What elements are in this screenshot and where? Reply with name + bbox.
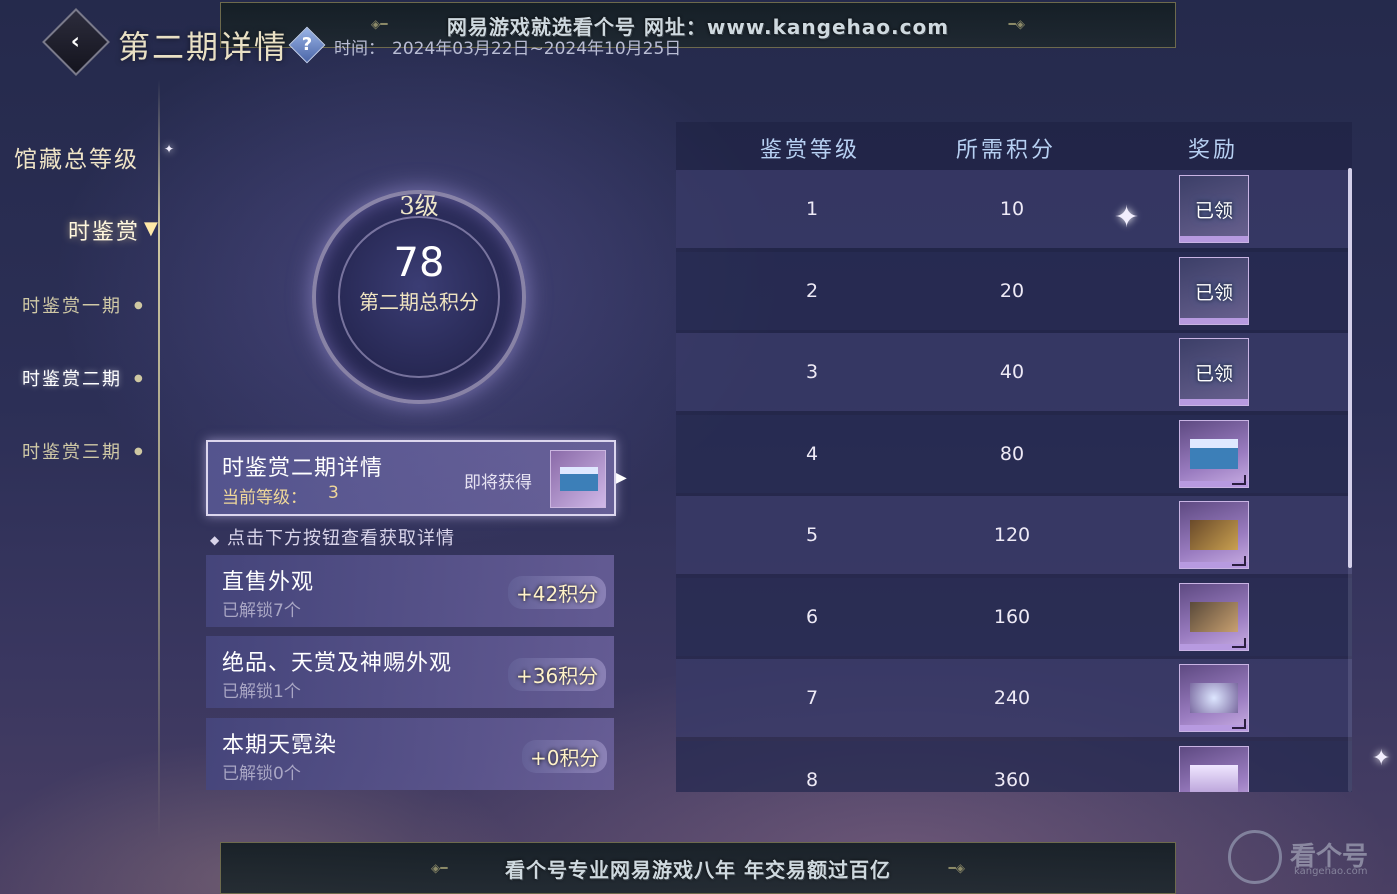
claimed-label: 已领 — [1194, 281, 1233, 304]
row-points: 80 — [999, 442, 1025, 465]
row-points: 120 — [993, 524, 1031, 546]
row-level: 8 — [805, 768, 819, 791]
row-points: 10 — [999, 198, 1025, 220]
reward-item-icon[interactable] — [1179, 582, 1249, 651]
row-points: 20 — [999, 279, 1025, 302]
table-row: 2 20 已领 — [676, 251, 1352, 330]
sidebar-item-appraisal[interactable]: 时鉴赏 — [68, 214, 140, 246]
category-title: 绝品、天赏及神赐外观 — [222, 651, 453, 676]
category-unlocked: 已解锁1个 — [222, 682, 301, 702]
table-row: 7 240 — [676, 659, 1352, 737]
category-title: 直售外观 — [222, 570, 315, 595]
period-detail-title: 时鉴赏二期详情 — [222, 456, 384, 481]
scrollbar-thumb[interactable] — [1348, 168, 1352, 568]
ornament-icon: ━◈ — [948, 861, 965, 875]
diamond-bullet-icon: ◆ — [210, 533, 221, 547]
row-points: 360 — [993, 768, 1031, 791]
dot-icon: ● — [134, 446, 143, 457]
ornament-icon: ◈━ — [371, 17, 388, 31]
reward-art — [1190, 438, 1238, 469]
row-points: 160 — [993, 605, 1031, 628]
sparkle-icon: ✦ — [1372, 746, 1391, 771]
category-title: 本期天霓染 — [222, 733, 338, 758]
chevron-down-icon: ▼ — [144, 218, 158, 239]
row-level: 7 — [805, 687, 819, 709]
reward-art — [1190, 683, 1238, 713]
sidebar-item-period-1[interactable]: 时鉴赏一期 — [22, 292, 122, 318]
table-row: 1 10 已领 — [676, 170, 1352, 248]
reward-item-icon[interactable]: 已领 — [1179, 256, 1249, 325]
table-row: 6 160 — [676, 577, 1352, 656]
bottom-banner-text: 看个号专业网易游戏八年 年交易额过百亿 — [505, 857, 891, 882]
reward-item-icon[interactable]: 已领 — [1179, 175, 1249, 243]
row-points: 240 — [993, 687, 1031, 709]
table-row: 4 80 — [676, 414, 1352, 493]
watermark-url: kangehao.com — [1294, 866, 1368, 877]
hint-text: ◆ 点击下方按钮查看获取详情 — [210, 524, 455, 550]
column-header-level: 鉴赏等级 — [760, 138, 861, 163]
row-level: 6 — [805, 605, 819, 628]
table-row: 3 40 已领 — [676, 333, 1352, 411]
reward-item-icon[interactable] — [1179, 501, 1249, 569]
row-level: 1 — [805, 198, 819, 220]
row-level: 5 — [805, 524, 819, 546]
row-points: 40 — [999, 361, 1025, 383]
ornament-icon: ━◈ — [1008, 17, 1025, 31]
time-value: 2024年03月22日~2024年10月25日 — [392, 39, 682, 59]
table-row: 5 120 — [676, 496, 1352, 574]
total-score: 78 — [393, 240, 445, 286]
sparkle-icon: ✦ — [1114, 200, 1140, 235]
row-level: 2 — [805, 279, 819, 302]
ornament-icon: ◈━ — [431, 861, 448, 875]
hint-label: 点击下方按钮查看获取详情 — [226, 528, 455, 549]
reward-art — [1190, 601, 1238, 632]
reward-art — [1190, 520, 1238, 550]
reward-item-icon[interactable] — [1179, 664, 1249, 732]
time-label: 时间： — [334, 39, 385, 59]
sidebar-item-period-3[interactable]: 时鉴赏三期 — [22, 438, 122, 464]
reward-item-icon[interactable]: 已领 — [1179, 338, 1249, 406]
dot-icon: ● — [134, 300, 143, 311]
back-button[interactable]: ‹ — [42, 8, 110, 76]
watermark-logo-icon — [1228, 830, 1282, 884]
upcoming-reward-label: 即将获得 — [464, 473, 532, 493]
bottom-banner: ◈━ 看个号专业网易游戏八年 年交易额过百亿 ━◈ — [220, 842, 1176, 894]
claimed-label: 已领 — [1194, 363, 1233, 385]
current-level: 3级 — [399, 192, 439, 220]
reward-item-icon[interactable] — [1179, 419, 1249, 488]
current-level-label: 当前等级： — [222, 488, 307, 508]
back-arrow-icon: ‹ — [71, 29, 81, 55]
category-unlocked: 已解锁0个 — [222, 764, 301, 784]
claimed-label: 已领 — [1194, 200, 1233, 222]
sidebar-item-collection-level[interactable]: 馆藏总等级 — [14, 140, 139, 174]
row-level: 3 — [805, 361, 819, 383]
pointer-arrow-icon: ▶ — [616, 470, 627, 486]
row-level: 4 — [805, 442, 819, 465]
category-points: +36积分 — [508, 658, 607, 691]
category-points: +42积分 — [508, 576, 607, 609]
sidebar-item-period-2[interactable]: 时鉴赏二期 — [22, 365, 122, 391]
upcoming-reward-thumbnail[interactable] — [550, 450, 606, 508]
total-score-caption: 第二期总积分 — [359, 290, 479, 314]
sparkle-icon: ✦ — [164, 142, 175, 156]
sidebar-divider — [158, 80, 160, 840]
table-row: 8 360 — [676, 740, 1352, 792]
current-level-value: 3 — [328, 483, 339, 503]
reward-art — [1190, 764, 1238, 792]
category-points: +0积分 — [522, 740, 608, 773]
dot-icon: ● — [134, 373, 143, 384]
reward-item-icon[interactable] — [1179, 745, 1249, 792]
reward-table: 鉴赏等级 所需积分 奖励 1 10 已领 2 20 已领 3 40 已领 4 80 5 120 6 160 7… — [676, 122, 1352, 792]
category-unlocked: 已解锁7个 — [222, 601, 301, 621]
column-header-reward: 奖励 — [1188, 138, 1239, 163]
column-header-points: 所需积分 — [956, 138, 1057, 163]
page-title: 第二期详情 — [118, 28, 289, 66]
